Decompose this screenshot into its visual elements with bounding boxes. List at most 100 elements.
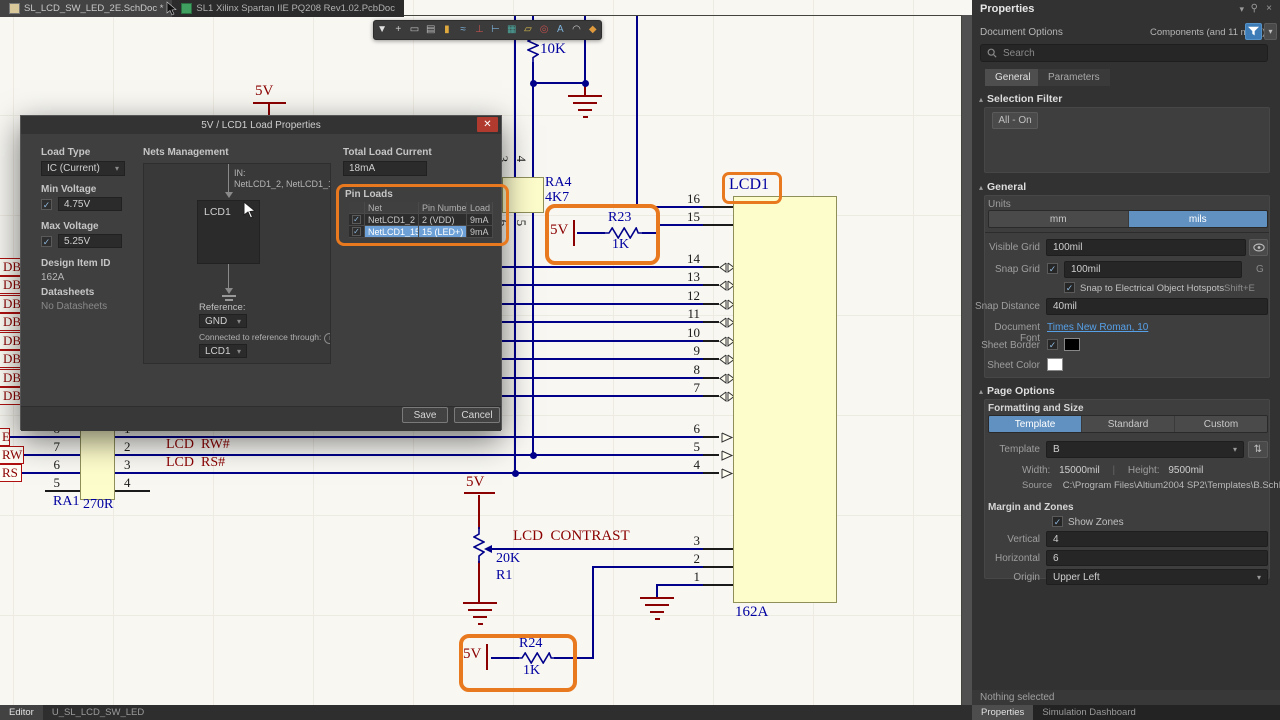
wire-segment[interactable]: [492, 548, 703, 550]
sheet-border-color-swatch[interactable]: [1064, 338, 1080, 351]
gnd-symbol[interactable]: [654, 618, 660, 620]
pin-line[interactable]: [703, 206, 733, 208]
wire-segment[interactable]: [658, 224, 703, 226]
pin-line[interactable]: [703, 224, 733, 226]
wire-segment[interactable]: [514, 16, 516, 177]
gnd-symbol[interactable]: [578, 109, 592, 111]
port-db2[interactable]: DB2: [0, 350, 21, 368]
rectangle-icon[interactable]: ▭: [408, 22, 422, 38]
horizontal-field[interactable]: 6: [1046, 550, 1268, 566]
lcd1-component-body[interactable]: [733, 196, 837, 603]
pin-line[interactable]: [703, 321, 719, 323]
wire-icon[interactable]: ≈: [456, 22, 470, 38]
filter-icon[interactable]: ▼: [375, 22, 389, 38]
wire-segment[interactable]: [514, 213, 516, 475]
tab-general[interactable]: General: [985, 69, 1041, 86]
wire-segment[interactable]: [464, 492, 495, 494]
sheet-color-swatch[interactable]: [1047, 358, 1063, 371]
pin-line[interactable]: [703, 566, 733, 568]
wire-segment[interactable]: [24, 454, 80, 456]
pin-line[interactable]: [703, 340, 719, 342]
wire-segment[interactable]: [533, 82, 586, 84]
pin-line[interactable]: [703, 548, 733, 550]
text-icon[interactable]: A: [553, 22, 567, 38]
wire-segment[interactable]: [532, 82, 534, 178]
gnd-symbol[interactable]: [477, 623, 483, 625]
ra1-refdes[interactable]: RA1: [53, 494, 79, 510]
port-db5[interactable]: DB5: [0, 295, 21, 313]
arc-icon[interactable]: ◠: [570, 22, 584, 38]
pin-line[interactable]: [703, 436, 719, 438]
template-swap-button[interactable]: ⇅: [1248, 441, 1268, 458]
template-dropdown[interactable]: B ▾: [1046, 441, 1244, 458]
wire-segment[interactable]: [636, 16, 638, 208]
section-general[interactable]: ▴ General: [979, 181, 1026, 193]
snap-distance-field[interactable]: 40mil: [1046, 298, 1268, 315]
power-5v-label[interactable]: 5V: [255, 83, 273, 100]
pin-line[interactable]: [703, 284, 719, 286]
wire-segment[interactable]: [22, 472, 80, 474]
active-bar-toolbar[interactable]: ▼ + ▭ ▤ ▮ ≈ ⊥ ⊢ ▦ ▱ ◎ A ◠ ◆: [373, 20, 602, 40]
gnd-symbol[interactable]: [582, 116, 588, 118]
section-selection-filter[interactable]: ▴ Selection Filter: [979, 93, 1062, 105]
probe-icon[interactable]: ⊢: [489, 22, 503, 38]
save-button[interactable]: Save: [402, 407, 448, 423]
gnd-symbol[interactable]: [468, 609, 492, 611]
sheet-symbol-icon[interactable]: ▤: [424, 22, 438, 38]
panel-tab-simulation[interactable]: Simulation Dashboard: [1033, 705, 1144, 720]
editor-mode-chip[interactable]: Editor: [0, 705, 43, 720]
gnd-port-icon[interactable]: ⊥: [472, 22, 486, 38]
sheet-border-checkbox[interactable]: ✓: [1047, 339, 1058, 350]
wire-segment[interactable]: [478, 561, 480, 603]
wire-segment[interactable]: [657, 584, 703, 586]
gnd-symbol[interactable]: [573, 102, 597, 104]
power-5v-label[interactable]: 5V: [466, 474, 484, 491]
r2-value[interactable]: 10K: [540, 41, 566, 58]
document-font-link[interactable]: Times New Roman, 10: [1047, 322, 1148, 333]
filter-button[interactable]: [1245, 23, 1262, 40]
gnd-symbol[interactable]: [650, 611, 664, 613]
pin-line[interactable]: [703, 358, 719, 360]
visible-grid-eye-button[interactable]: [1249, 239, 1268, 256]
units-mm[interactable]: mm: [989, 211, 1129, 227]
min-voltage-checkbox[interactable]: ✓: [41, 199, 52, 210]
tab-parameters[interactable]: Parameters: [1038, 69, 1110, 86]
net-label-lcd-rw[interactable]: LCD RW#: [166, 437, 230, 453]
gnd-symbol[interactable]: [568, 95, 602, 97]
port-db3[interactable]: DB3: [0, 332, 21, 350]
max-voltage-field[interactable]: 5.25V: [58, 234, 122, 248]
ra4-refdes[interactable]: RA4: [545, 175, 571, 191]
connected-dropdown[interactable]: LCD1 ▾: [199, 344, 247, 358]
section-page-options[interactable]: ▴ Page Options: [979, 385, 1055, 397]
load-type-dropdown[interactable]: IC (Current) ▾: [41, 161, 125, 176]
pin-line[interactable]: [703, 266, 719, 268]
power-port-icon[interactable]: ◎: [537, 22, 551, 38]
r1-refdes[interactable]: R1: [496, 568, 512, 584]
search-box[interactable]: Search: [980, 44, 1268, 62]
gnd-symbol[interactable]: [463, 602, 497, 604]
lcd1-part-number[interactable]: 162A: [735, 604, 768, 621]
all-on-button[interactable]: All - On: [992, 112, 1038, 129]
snap-grid-field[interactable]: 100mil: [1064, 261, 1242, 278]
tab-schdoc[interactable]: SL_LCD_SW_LED_2E.SchDoc *: [0, 0, 173, 17]
pin-line[interactable]: [703, 472, 719, 474]
formatting-mode-toggle[interactable]: Template Standard Custom: [988, 415, 1268, 433]
total-load-current-field[interactable]: 18mA: [343, 161, 427, 176]
max-voltage-checkbox[interactable]: ✓: [41, 236, 52, 247]
image-icon[interactable]: ▦: [505, 22, 519, 38]
wire-segment[interactable]: [45, 490, 80, 492]
mode-standard[interactable]: Standard: [1082, 416, 1175, 432]
close-icon[interactable]: ✕: [477, 117, 498, 132]
units-mils[interactable]: mils: [1128, 211, 1267, 227]
port-e[interactable]: E: [0, 428, 10, 446]
pin-line[interactable]: [703, 395, 719, 397]
panel-tab-properties[interactable]: Properties: [972, 705, 1034, 720]
wire-segment[interactable]: [656, 584, 658, 598]
tab-pcbdoc[interactable]: SL1 Xilinx Spartan IIE PQ208 Rev1.02.Pcb…: [172, 0, 404, 17]
note-icon[interactable]: ▱: [521, 22, 535, 38]
net-label-lcd-rs[interactable]: LCD RS#: [166, 455, 225, 471]
place-icon[interactable]: +: [391, 22, 405, 38]
port-db6[interactable]: DB6: [0, 276, 21, 294]
wire-segment[interactable]: [594, 566, 703, 568]
cancel-button[interactable]: Cancel: [454, 407, 500, 423]
